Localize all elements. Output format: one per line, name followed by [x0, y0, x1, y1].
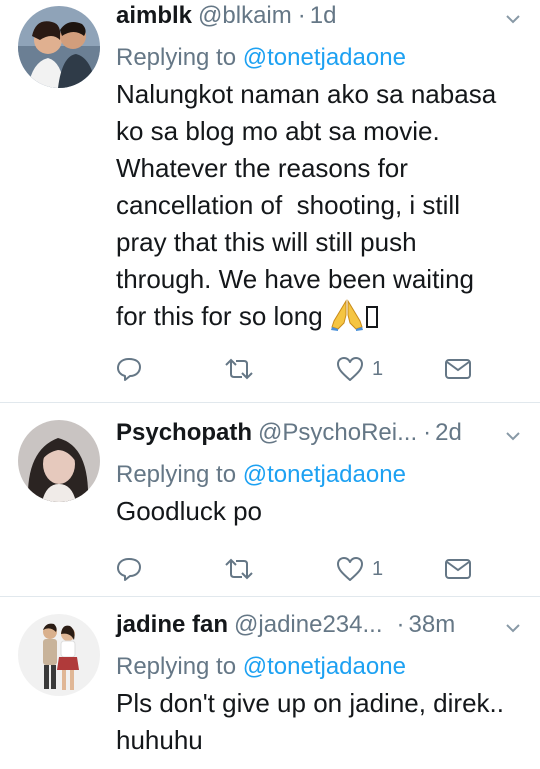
- like-count: 1: [372, 357, 384, 380]
- retweet-button[interactable]: [224, 354, 254, 384]
- direct-message-button[interactable]: [444, 354, 472, 384]
- folded-hands-emoji: [330, 299, 363, 331]
- reply-icon: [117, 358, 141, 381]
- heart-icon: [337, 357, 363, 381]
- retweet-button[interactable]: [224, 554, 254, 584]
- tweet-text: Goodluck po: [116, 496, 262, 526]
- mention-link[interactable]: @tonetjadaone: [243, 653, 406, 680]
- direct-message-button[interactable]: [444, 554, 472, 584]
- tweet-text-body: Nalungkot naman ako sa nabasa ko sa blog…: [116, 79, 497, 331]
- retweet-icon: [225, 358, 253, 380]
- like-count: 1: [372, 557, 384, 580]
- avatar[interactable]: [18, 6, 100, 88]
- missing-glyph-box: [365, 306, 378, 328]
- replying-to: Replying to @tonetjadaone: [116, 42, 526, 74]
- separator-dot: ·: [423, 419, 432, 446]
- chevron-down-icon[interactable]: [504, 619, 522, 637]
- avatar[interactable]: [18, 614, 100, 696]
- envelope-icon: [445, 359, 471, 379]
- user-handle[interactable]: @jadine234...: [234, 611, 382, 639]
- tweet-text: Pls don't give up on jadine, direk.. huh…: [116, 688, 504, 755]
- display-name[interactable]: Psychopath: [116, 419, 252, 447]
- like-button[interactable]: 1: [336, 554, 383, 584]
- envelope-icon: [445, 559, 471, 579]
- separator-dot: ·: [297, 2, 306, 29]
- mention-link[interactable]: @tonetjadaone: [243, 461, 406, 488]
- mention-link[interactable]: @tonetjadaone: [243, 44, 406, 71]
- replying-to-label: Replying to: [116, 461, 237, 488]
- tweet-actions: 1: [116, 554, 476, 584]
- chevron-down-icon[interactable]: [504, 10, 522, 28]
- heart-icon: [337, 557, 363, 581]
- reply-button[interactable]: [116, 554, 142, 584]
- display-name[interactable]: jadine fan: [116, 611, 228, 639]
- reply-icon: [117, 558, 141, 581]
- like-button[interactable]: 1: [336, 354, 383, 384]
- tweet-text: Nalungkot naman ako sa nabasa ko sa blog…: [116, 76, 526, 335]
- chevron-down-icon[interactable]: [504, 427, 522, 445]
- timestamp[interactable]: 38m: [409, 611, 456, 639]
- user-handle[interactable]: @PsychoRei...: [258, 419, 417, 447]
- replying-to-label: Replying to: [116, 44, 237, 71]
- tweet[interactable]: aimblk @blkaim · 1d Replying to @tonetja…: [0, 0, 540, 403]
- timestamp[interactable]: 2d: [435, 419, 462, 447]
- retweet-icon: [225, 558, 253, 580]
- separator-dot: ·: [396, 611, 405, 638]
- replying-to: Replying to @tonetjadaone: [116, 651, 526, 683]
- replying-to: Replying to @tonetjadaone: [116, 459, 526, 491]
- tweet-actions: 1: [116, 354, 476, 384]
- display-name[interactable]: aimblk: [116, 2, 192, 30]
- replying-to-label: Replying to: [116, 653, 237, 680]
- avatar[interactable]: [18, 420, 100, 502]
- tweet[interactable]: jadine fan @jadine234... · 38m Replying …: [0, 597, 540, 769]
- timestamp[interactable]: 1d: [310, 2, 337, 30]
- user-handle[interactable]: @blkaim: [198, 2, 292, 30]
- reply-button[interactable]: [116, 354, 142, 384]
